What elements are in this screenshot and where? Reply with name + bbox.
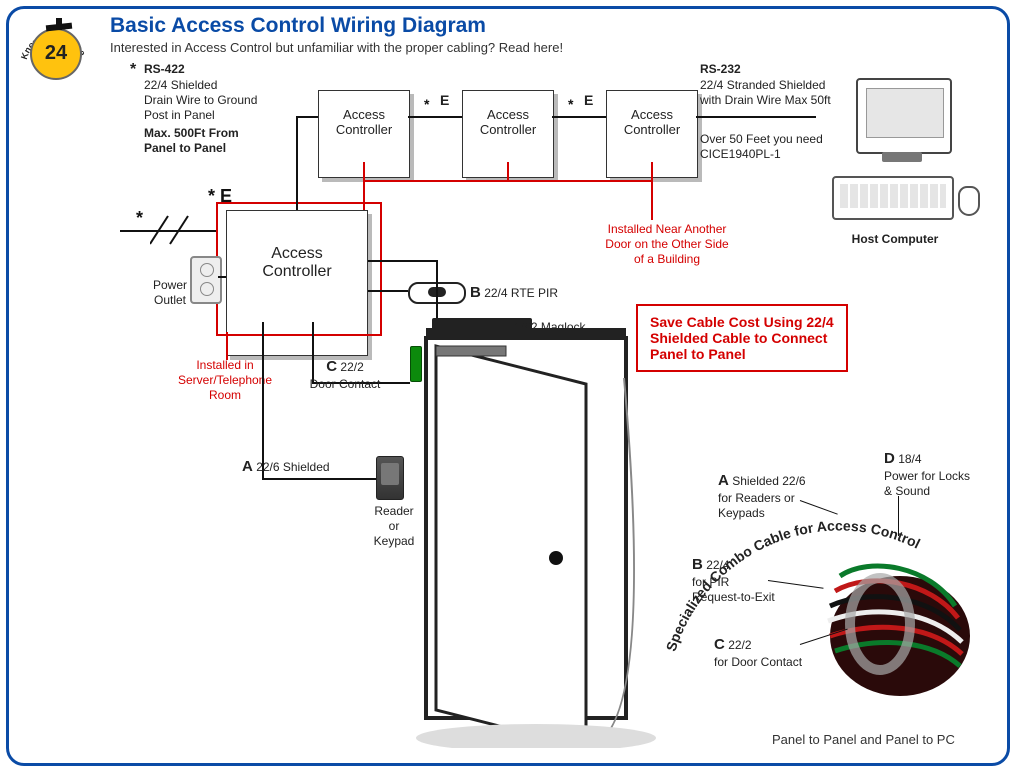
- wire-A-h: [262, 478, 376, 480]
- combo-D-letter: D: [884, 450, 895, 467]
- link23-E: E: [584, 92, 593, 110]
- wire-D-v: [436, 260, 438, 318]
- rs422-star: *: [130, 60, 136, 80]
- power-outlet-icon: [190, 256, 222, 304]
- main-ctrl-highlight: [216, 202, 382, 336]
- server-note-lead: [226, 332, 228, 360]
- kb-number: 24: [30, 28, 82, 80]
- link12-star: *: [424, 96, 429, 112]
- rs422-max: Max. 500Ft From Panel to Panel: [144, 126, 239, 156]
- combo-footer: Panel to Panel and Panel to PC: [772, 732, 955, 747]
- dev-A-text: 22/6 Shielded: [256, 460, 329, 474]
- link-1-2: [408, 116, 462, 118]
- big-to-row-v: [296, 116, 298, 210]
- mouse-icon: [958, 186, 980, 216]
- wire-A-v: [262, 322, 264, 478]
- install-server-note: Installed in Server/Telephone Room: [150, 358, 300, 403]
- rs232-line: [696, 116, 816, 118]
- cable-cost-tip: Save Cable Cost Using 22/4 Shielded Cabl…: [636, 304, 848, 372]
- combo-A-letter: A: [718, 472, 729, 489]
- power-star: *: [136, 208, 143, 229]
- dev-B-letter: B: [470, 284, 481, 301]
- combo-C-letter: C: [714, 636, 725, 653]
- redline-c1v: [363, 162, 365, 180]
- wire-B: [368, 290, 408, 292]
- link-2-3: [552, 116, 606, 118]
- ctrl1-label: Access Controller: [319, 107, 409, 137]
- big-to-row-h: [296, 116, 318, 118]
- outlet-lead: [218, 276, 226, 278]
- keyboard-icon: [832, 176, 954, 220]
- knowledge-base-badge: Knowledge Base 24: [18, 18, 90, 86]
- combo-B-letter: B: [692, 556, 703, 573]
- page-title: Basic Access Control Wiring Diagram: [110, 14, 486, 38]
- link23-star: *: [568, 96, 573, 112]
- monitor-stand-icon: [882, 152, 922, 162]
- rs422-heading: RS-422: [144, 62, 185, 77]
- graduation-cap-icon: [46, 18, 72, 34]
- install-other-note: Installed Near Another Door on the Other…: [562, 222, 772, 267]
- link12-E: E: [440, 92, 449, 110]
- host-computer-label: Host Computer: [830, 232, 960, 247]
- dev-C-letter: C: [326, 358, 337, 375]
- monitor-icon: [856, 78, 952, 154]
- combo-B-text: 22/4 for PIR Request-to-Exit: [692, 558, 775, 604]
- redline-c2v: [507, 162, 509, 180]
- door-icon: [406, 328, 666, 748]
- rs232-note: Over 50 Feet you need CICE1940PL-1: [700, 132, 823, 162]
- redline-c3v: [651, 162, 653, 180]
- break-icon: [150, 214, 196, 248]
- dev-A-letter: A: [242, 458, 253, 475]
- rs232-heading: RS-232: [700, 62, 741, 77]
- combo-D-text: 18/4 Power for Locks & Sound: [884, 452, 970, 498]
- ctrl3-label: Access Controller: [607, 107, 697, 137]
- redline-bus: [363, 180, 653, 182]
- wire-D-h1: [368, 260, 438, 262]
- reader-icon: [376, 456, 404, 500]
- page-subtitle: Interested in Access Control but unfamil…: [110, 40, 563, 55]
- dev-C-text: 22/2 Door Contact: [310, 360, 381, 391]
- combo-D-leader: [898, 496, 899, 536]
- power-outlet-label: Power Outlet: [148, 278, 192, 308]
- redline-note-v: [651, 180, 653, 220]
- rs232-lines: 22/4 Stranded Shielded with Drain Wire M…: [700, 78, 831, 108]
- rs422-lines: 22/4 Shielded Drain Wire to Ground Post …: [144, 78, 257, 123]
- dev-B-text: 22/4 RTE PIR: [484, 286, 558, 300]
- combo-C-text: 22/2 for Door Contact: [714, 638, 802, 669]
- combo-A-text: Shielded 22/6 for Readers or Keypads: [718, 474, 806, 520]
- ctrl2-label: Access Controller: [463, 107, 553, 137]
